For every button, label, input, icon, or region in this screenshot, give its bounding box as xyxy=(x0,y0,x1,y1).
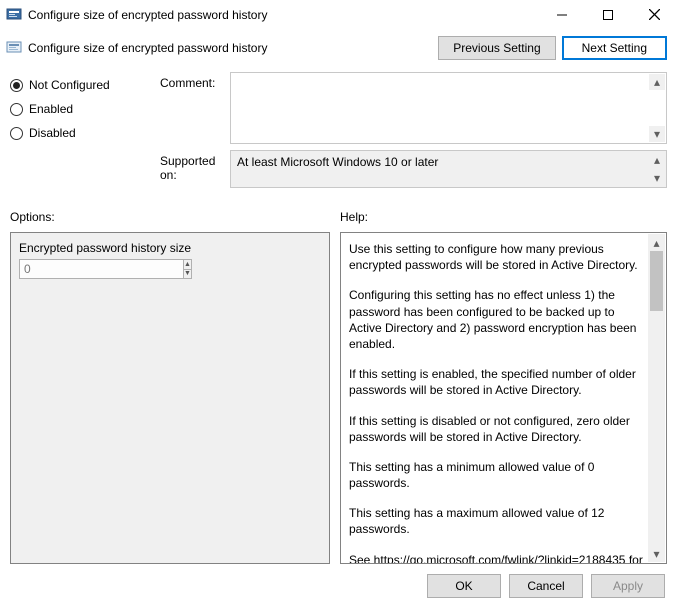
radio-label: Disabled xyxy=(29,126,76,140)
help-text: Use this setting to configure how many p… xyxy=(349,241,646,564)
window-title: Configure size of encrypted password his… xyxy=(28,8,539,22)
scroll-up-icon[interactable]: ▴ xyxy=(649,74,665,90)
supported-on-value: At least Microsoft Windows 10 or later xyxy=(237,155,438,169)
comment-textarea[interactable]: ▴ ▾ xyxy=(230,72,667,144)
close-button[interactable] xyxy=(631,0,677,30)
setting-icon xyxy=(6,40,22,56)
history-size-input[interactable] xyxy=(19,259,184,279)
comment-scrollbar[interactable]: ▴ ▾ xyxy=(649,74,665,142)
help-scrollbar[interactable]: ▴ ▾ xyxy=(648,234,665,562)
history-size-spinner[interactable]: ▲ ▼ xyxy=(19,259,133,279)
radio-label: Enabled xyxy=(29,102,73,116)
spinner-down-icon[interactable]: ▼ xyxy=(184,269,192,280)
next-setting-button[interactable]: Next Setting xyxy=(562,36,667,60)
apply-button[interactable]: Apply xyxy=(591,574,665,598)
title-bar: Configure size of encrypted password his… xyxy=(0,0,677,30)
scroll-down-icon[interactable]: ▾ xyxy=(649,126,665,142)
state-radio-disabled[interactable]: Disabled xyxy=(10,126,160,140)
app-icon xyxy=(6,7,22,23)
header-strip: Configure size of encrypted password his… xyxy=(0,30,677,66)
maximize-button[interactable] xyxy=(585,0,631,30)
radio-icon xyxy=(10,127,23,140)
state-radio-not-configured[interactable]: Not Configured xyxy=(10,78,160,92)
scroll-up-icon[interactable]: ▴ xyxy=(649,152,665,168)
scroll-thumb[interactable] xyxy=(650,251,663,311)
cancel-button[interactable]: Cancel xyxy=(509,574,583,598)
previous-setting-button[interactable]: Previous Setting xyxy=(438,36,555,60)
history-size-label: Encrypted password history size xyxy=(19,241,321,255)
minimize-button[interactable] xyxy=(539,0,585,30)
help-pane: Use this setting to configure how many p… xyxy=(340,232,667,564)
ok-button[interactable]: OK xyxy=(427,574,501,598)
state-radio-enabled[interactable]: Enabled xyxy=(10,102,160,116)
supported-scrollbar[interactable]: ▴ ▾ xyxy=(649,152,665,186)
radio-icon xyxy=(10,79,23,92)
comment-label: Comment: xyxy=(160,72,230,144)
radio-icon xyxy=(10,103,23,116)
options-pane: Encrypted password history size ▲ ▼ xyxy=(10,232,330,564)
scroll-down-icon[interactable]: ▾ xyxy=(649,170,665,186)
options-header: Options: xyxy=(10,210,330,224)
scroll-up-icon[interactable]: ▴ xyxy=(648,234,665,251)
supported-on-box: At least Microsoft Windows 10 or later ▴… xyxy=(230,150,667,188)
help-header: Help: xyxy=(340,210,667,224)
scroll-down-icon[interactable]: ▾ xyxy=(648,545,665,562)
dialog-footer: OK Cancel Apply xyxy=(0,564,677,610)
radio-label: Not Configured xyxy=(29,78,110,92)
supported-on-label: Supported on: xyxy=(160,150,230,188)
setting-name-label: Configure size of encrypted password his… xyxy=(28,41,267,55)
spinner-up-icon[interactable]: ▲ xyxy=(184,259,192,269)
